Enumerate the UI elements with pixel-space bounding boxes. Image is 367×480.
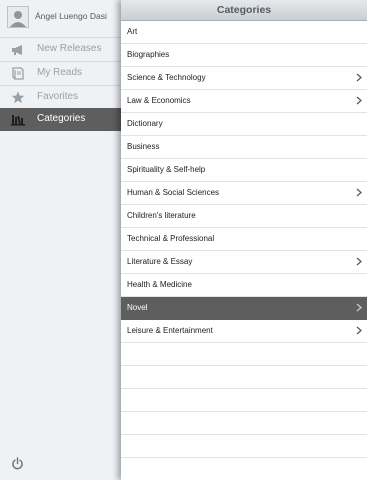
category-row-science-technology[interactable]: Science & Technology bbox=[121, 67, 367, 90]
sidebar-item-my-reads[interactable]: My Reads bbox=[0, 62, 121, 85]
category-label: Law & Economics bbox=[127, 96, 191, 105]
category-label: Dictionary bbox=[127, 119, 163, 128]
category-row-novel[interactable]: Novel bbox=[121, 297, 367, 320]
category-row-technical-professional[interactable]: Technical & Professional bbox=[121, 228, 367, 251]
sidebar-item-label: Categories bbox=[37, 113, 86, 124]
category-row-childrens-literature[interactable]: Children's literature bbox=[121, 205, 367, 228]
category-row-spirituality[interactable]: Spirituality & Self-help bbox=[121, 159, 367, 182]
category-row-literature-essay[interactable]: Literature & Essay bbox=[121, 251, 367, 274]
category-row-biographies[interactable]: Biographies bbox=[121, 44, 367, 67]
category-label: Children's literature bbox=[127, 211, 196, 220]
category-label: Health & Medicine bbox=[127, 280, 192, 289]
avatar bbox=[7, 6, 29, 28]
category-row-business[interactable]: Business bbox=[121, 136, 367, 159]
category-row-health-medicine[interactable]: Health & Medicine bbox=[121, 274, 367, 297]
category-row-law-economics[interactable]: Law & Economics bbox=[121, 90, 367, 113]
category-label: Business bbox=[127, 142, 160, 151]
empty-row bbox=[121, 412, 367, 435]
category-label: Science & Technology bbox=[127, 73, 206, 82]
empty-row bbox=[121, 389, 367, 412]
chevron-right-icon bbox=[356, 73, 362, 82]
category-row-art[interactable]: Art bbox=[121, 21, 367, 44]
sidebar-item-label: My Reads bbox=[37, 67, 83, 78]
category-label: Technical & Professional bbox=[127, 234, 215, 243]
category-label: Biographies bbox=[127, 50, 170, 59]
empty-row bbox=[121, 366, 367, 389]
category-row-leisure-entertainment[interactable]: Leisure & Entertainment bbox=[121, 320, 367, 343]
categories-panel: Categories Art Biographies Science & Tec… bbox=[121, 0, 367, 480]
book-icon bbox=[12, 67, 24, 80]
category-row-dictionary[interactable]: Dictionary bbox=[121, 113, 367, 136]
chevron-right-icon bbox=[356, 96, 362, 105]
category-label: Literature & Essay bbox=[127, 257, 193, 266]
sidebar-item-favorites[interactable]: Favorites bbox=[0, 86, 121, 109]
category-label: Human & Social Sciences bbox=[127, 188, 220, 197]
category-label: Leisure & Entertainment bbox=[127, 326, 213, 335]
sidebar: Ángel Luengo Dasi New Releases My Reads … bbox=[0, 0, 121, 480]
chevron-right-icon bbox=[356, 188, 362, 197]
user-silhouette-icon bbox=[8, 7, 28, 27]
empty-row bbox=[121, 343, 367, 366]
category-label: Art bbox=[127, 27, 138, 36]
chevron-right-icon bbox=[356, 303, 362, 312]
navigation-bar: Categories bbox=[121, 0, 367, 21]
bookshelf-icon bbox=[11, 115, 25, 126]
chevron-right-icon bbox=[356, 326, 362, 335]
category-row-human-social-sciences[interactable]: Human & Social Sciences bbox=[121, 182, 367, 205]
user-name: Ángel Luengo Dasi bbox=[35, 11, 107, 21]
page-title: Categories bbox=[216, 4, 272, 16]
sidebar-item-categories[interactable]: Categories bbox=[0, 108, 121, 131]
star-icon bbox=[11, 91, 25, 104]
category-list: Art Biographies Science & Technology Law… bbox=[121, 21, 367, 458]
category-label: Spirituality & Self-help bbox=[127, 165, 206, 174]
megaphone-icon bbox=[12, 45, 22, 55]
empty-row bbox=[121, 435, 367, 458]
sidebar-item-new-releases[interactable]: New Releases bbox=[0, 38, 121, 61]
sidebar-item-label: Favorites bbox=[37, 91, 79, 102]
user-profile[interactable]: Ángel Luengo Dasi bbox=[0, 0, 121, 37]
category-label: Novel bbox=[127, 303, 148, 312]
chevron-right-icon bbox=[356, 257, 362, 266]
sidebar-item-label: New Releases bbox=[37, 43, 102, 54]
power-icon[interactable] bbox=[11, 457, 24, 470]
